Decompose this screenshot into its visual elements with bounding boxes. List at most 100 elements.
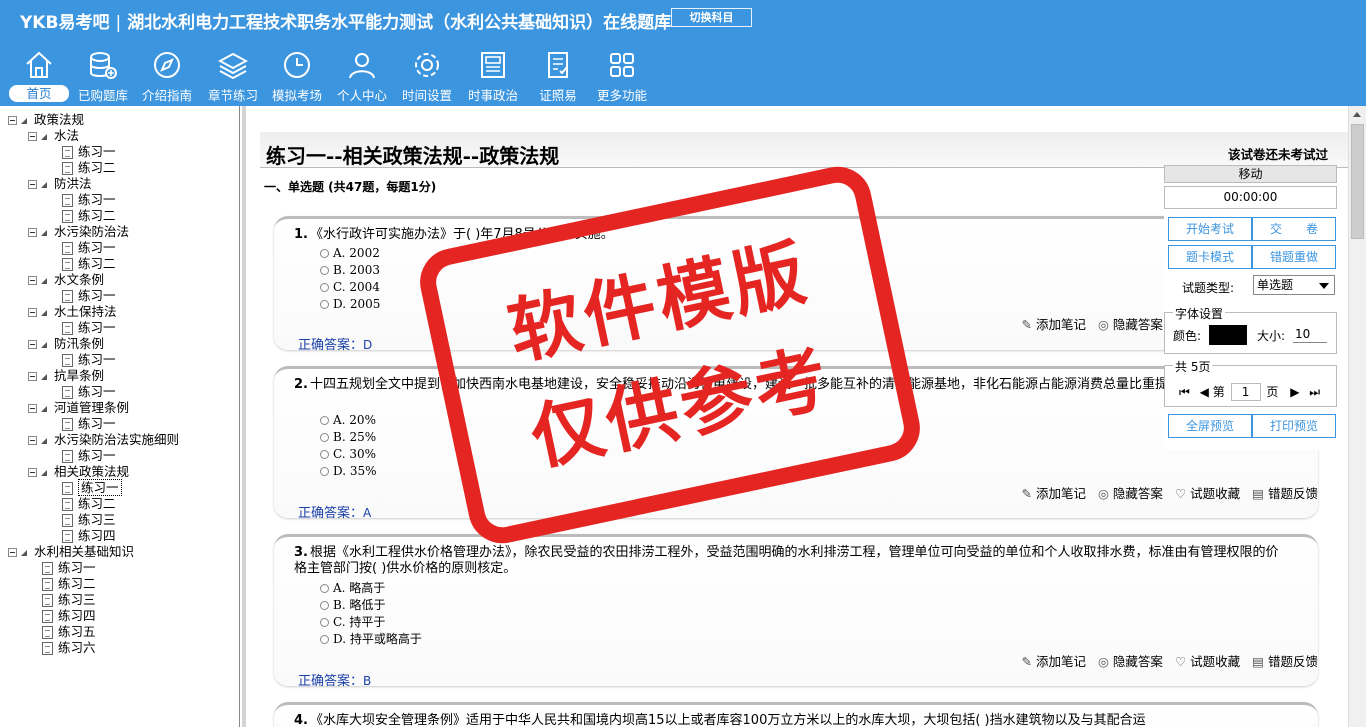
tree-leaf[interactable]: 练习一 — [62, 448, 116, 464]
answer-option[interactable]: D. 35% — [320, 463, 377, 480]
tree-leaf[interactable]: 练习一 — [62, 352, 116, 368]
tree-leaf[interactable]: 练习二 — [42, 576, 96, 592]
font-color-picker[interactable] — [1209, 325, 1247, 345]
collapse-toggle-icon[interactable] — [28, 468, 37, 477]
radio-button[interactable] — [320, 283, 329, 292]
tree-leaf[interactable]: 练习一 — [62, 144, 116, 160]
tree-leaf[interactable]: 练习一 — [62, 240, 116, 256]
answer-option[interactable]: D. 持平或略高于 — [320, 631, 422, 648]
first-page-icon[interactable]: ⏮ — [1179, 385, 1190, 399]
tree-leaf[interactable]: 练习一 — [62, 192, 116, 208]
hide-answer-button[interactable]: ◎ 隐藏答案 — [1098, 483, 1163, 502]
start-exam-button[interactable]: 开始考试 — [1168, 217, 1252, 241]
radio-button[interactable] — [320, 450, 329, 459]
tree-leaf[interactable]: 练习一 — [62, 479, 122, 496]
answer-option[interactable]: B. 略低于 — [320, 597, 385, 614]
radio-button[interactable] — [320, 635, 329, 644]
tree-folder[interactable]: 水文条例 — [28, 272, 104, 288]
radio-button[interactable] — [320, 416, 329, 425]
answer-option[interactable]: C. 2004 — [320, 279, 380, 296]
answer-option[interactable]: B. 25% — [320, 429, 376, 446]
answer-option[interactable]: C. 30% — [320, 446, 376, 463]
tree-folder[interactable]: 水污染防治法实施细则 — [28, 432, 179, 448]
radio-button[interactable] — [320, 300, 329, 309]
tree-leaf[interactable]: 练习一 — [62, 288, 116, 304]
tree-leaf[interactable]: 练习四 — [42, 608, 96, 624]
next-page-icon[interactable]: ▶ — [1290, 385, 1299, 399]
question-type-select[interactable]: 单选题 — [1253, 275, 1335, 295]
toolbar-time-settings[interactable]: 时间设置 — [394, 46, 460, 104]
add-note-button[interactable]: ✎ 添加笔记 — [1022, 314, 1087, 333]
tree-leaf[interactable]: 练习一 — [42, 560, 96, 576]
tree-folder[interactable]: 水利相关基础知识 — [8, 544, 134, 560]
scroll-up-icon[interactable] — [1349, 106, 1366, 123]
toolbar-mock-exam[interactable]: 模拟考场 — [264, 46, 330, 104]
toolbar-purchased[interactable]: 已购题库 — [70, 46, 136, 104]
tree-folder[interactable]: 防汛条例 — [28, 336, 104, 352]
tree-leaf[interactable]: 练习一 — [62, 384, 116, 400]
answer-option[interactable]: B. 2003 — [320, 262, 380, 279]
hide-answer-button[interactable]: ◎ 隐藏答案 — [1098, 314, 1163, 333]
tree-leaf[interactable]: 练习四 — [62, 528, 116, 544]
print-preview-button[interactable]: 打印预览 — [1252, 414, 1336, 438]
card-mode-button[interactable]: 题卡模式 — [1168, 245, 1252, 269]
collapse-toggle-icon[interactable] — [28, 372, 37, 381]
collapse-toggle-icon[interactable] — [28, 276, 37, 285]
toolbar-home[interactable]: 首页 — [6, 46, 72, 104]
page-number-input[interactable]: 1 — [1230, 383, 1261, 401]
redo-wrong-button[interactable]: 错题重做 — [1252, 245, 1336, 269]
hide-answer-button[interactable]: ◎ 隐藏答案 — [1098, 651, 1163, 670]
collapse-toggle-icon[interactable] — [8, 548, 17, 557]
answer-option[interactable]: A. 2002 — [320, 245, 380, 262]
answer-option[interactable]: D. 2005 — [320, 296, 380, 313]
answer-option[interactable]: C. 持平于 — [320, 614, 385, 631]
toolbar-current-affairs[interactable]: 时事政治 — [460, 46, 526, 104]
radio-button[interactable] — [320, 584, 329, 593]
answer-option[interactable]: A. 略高于 — [320, 580, 385, 597]
tree-folder[interactable]: 抗旱条例 — [28, 368, 104, 384]
tree-leaf[interactable]: 练习二 — [62, 160, 116, 176]
answer-option[interactable]: A. 20% — [320, 412, 376, 429]
toolbar-license[interactable]: 证照易 — [525, 46, 591, 104]
collapse-toggle-icon[interactable] — [28, 132, 37, 141]
tree-folder[interactable]: 防洪法 — [28, 176, 92, 192]
tree-leaf[interactable]: 练习五 — [42, 624, 96, 640]
submit-button[interactable]: 交 卷 — [1252, 217, 1336, 241]
fullscreen-preview-button[interactable]: 全屏预览 — [1168, 414, 1252, 438]
scroll-thumb[interactable] — [1351, 124, 1364, 239]
tree-leaf[interactable]: 练习二 — [62, 496, 116, 512]
radio-button[interactable] — [320, 601, 329, 610]
radio-button[interactable] — [320, 266, 329, 275]
last-page-icon[interactable]: ⏭ — [1309, 385, 1320, 399]
collapse-toggle-icon[interactable] — [28, 228, 37, 237]
vertical-scrollbar[interactable] — [1348, 106, 1366, 727]
favorite-button[interactable]: ♡试题收藏 — [1175, 483, 1240, 502]
toolbar-chapter[interactable]: 章节练习 — [200, 46, 266, 104]
report-error-button[interactable]: ▤错题反馈 — [1252, 651, 1318, 670]
toolbar-more[interactable]: 更多功能 — [589, 46, 655, 104]
collapse-toggle-icon[interactable] — [28, 180, 37, 189]
collapse-toggle-icon[interactable] — [28, 436, 37, 445]
add-note-button[interactable]: ✎ 添加笔记 — [1022, 483, 1087, 502]
report-error-button[interactable]: ▤错题反馈 — [1252, 483, 1318, 502]
tree-leaf[interactable]: 练习六 — [42, 640, 96, 656]
tree-leaf[interactable]: 练习一 — [62, 416, 116, 432]
tree-leaf[interactable]: 练习二 — [62, 256, 116, 272]
tree-folder[interactable]: 水法 — [28, 128, 79, 144]
tree-folder[interactable]: 相关政策法规 — [28, 464, 129, 480]
tree-leaf[interactable]: 练习三 — [42, 592, 96, 608]
collapse-toggle-icon[interactable] — [28, 308, 37, 317]
tree-folder[interactable]: 河道管理条例 — [28, 400, 129, 416]
favorite-button[interactable]: ♡试题收藏 — [1175, 651, 1240, 670]
add-note-button[interactable]: ✎ 添加笔记 — [1022, 651, 1087, 670]
radio-button[interactable] — [320, 433, 329, 442]
tree-folder[interactable]: 水污染防治法 — [28, 224, 129, 240]
tree-folder[interactable]: 政策法规 — [8, 112, 84, 128]
radio-button[interactable] — [320, 249, 329, 258]
prev-page-icon[interactable]: ◀ — [1200, 385, 1209, 399]
font-size-input[interactable]: 10 — [1293, 325, 1327, 343]
collapse-toggle-icon[interactable] — [28, 404, 37, 413]
toolbar-guide[interactable]: 介绍指南 — [134, 46, 200, 104]
tree-folder[interactable]: 水土保持法 — [28, 304, 117, 320]
radio-button[interactable] — [320, 618, 329, 627]
